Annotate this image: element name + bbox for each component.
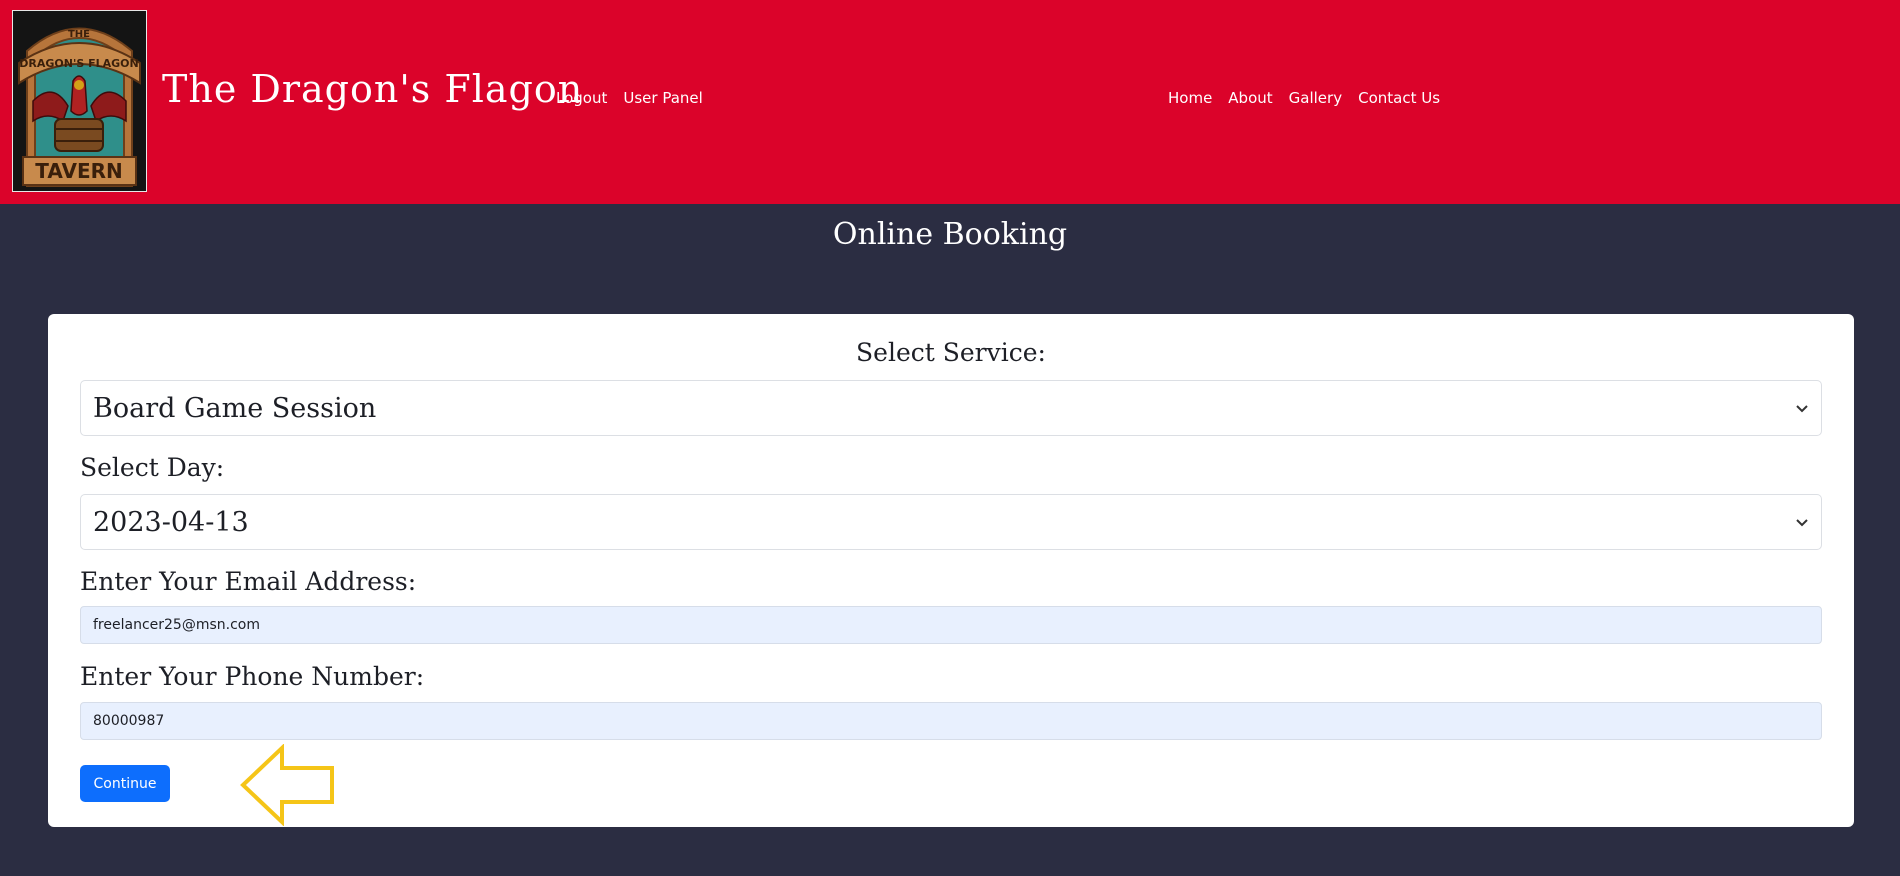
nav-logout-link[interactable]: Logout <box>556 91 607 106</box>
site-title: The Dragon's Flagon <box>162 67 584 111</box>
service-select-value: Board Game Session <box>93 392 377 424</box>
nav-user-panel-link[interactable]: User Panel <box>623 91 702 106</box>
phone-field[interactable]: 80000987 <box>80 702 1822 740</box>
site-header: THE DRAGON'S FLAGON TAVERN The Dragon's … <box>0 0 1900 204</box>
phone-field-value: 80000987 <box>93 713 165 729</box>
booking-form: Select Service: Board Game Session Selec… <box>48 314 1854 827</box>
page-title: Online Booking <box>832 217 1068 252</box>
service-label: Select Service: <box>856 338 1046 367</box>
chevron-down-icon <box>1796 519 1808 527</box>
phone-label: Enter Your Phone Number: <box>80 662 425 691</box>
day-select[interactable]: 2023-04-13 <box>80 494 1822 550</box>
logo-text-top: THE <box>68 29 90 40</box>
email-field-value: freelancer25@msn.com <box>93 617 260 633</box>
tavern-logo[interactable]: THE DRAGON'S FLAGON TAVERN <box>12 10 147 192</box>
day-select-value: 2023-04-13 <box>93 506 249 538</box>
nav-contact-link[interactable]: Contact Us <box>1358 91 1440 106</box>
day-label: Select Day: <box>80 453 225 482</box>
nav-about-link[interactable]: About <box>1228 91 1272 106</box>
main-nav: Home About Gallery Contact Us <box>1168 91 1440 106</box>
continue-button[interactable]: Continue <box>80 765 170 802</box>
arrow-left-icon <box>240 744 334 826</box>
nav-home-link[interactable]: Home <box>1168 91 1212 106</box>
service-select[interactable]: Board Game Session <box>80 380 1822 436</box>
nav-gallery-link[interactable]: Gallery <box>1289 91 1342 106</box>
tavern-logo-image: THE DRAGON'S FLAGON TAVERN <box>13 11 146 191</box>
logo-text-mid: DRAGON'S FLAGON <box>19 57 138 70</box>
account-nav: Logout User Panel <box>556 91 703 106</box>
logo-text-bottom: TAVERN <box>35 159 123 183</box>
email-field[interactable]: freelancer25@msn.com <box>80 606 1822 644</box>
chevron-down-icon <box>1796 405 1808 413</box>
email-label: Enter Your Email Address: <box>80 567 417 596</box>
